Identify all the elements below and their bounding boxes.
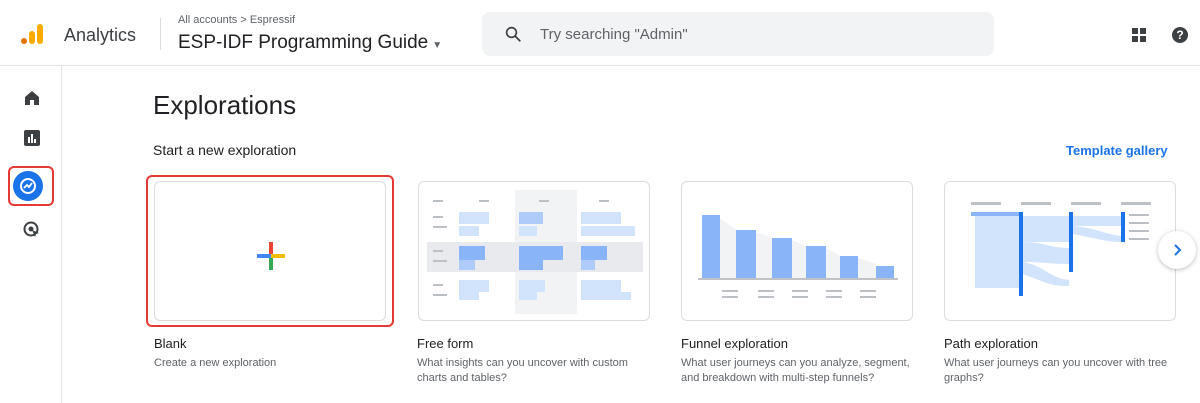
free-form-illustration (427, 190, 643, 314)
plus-icon (257, 242, 285, 270)
caret-down-icon: ▼ (432, 39, 443, 51)
header-divider (160, 18, 161, 50)
free-form-card-title: Free form (417, 336, 474, 351)
breadcrumb[interactable]: All accounts > Espressif (178, 14, 295, 26)
top-bar: Analytics All accounts > Espressif ESP-I… (0, 0, 1200, 66)
funnel-card-desc: What user journeys can you analyze, segm… (681, 357, 910, 384)
section-title: Start a new exploration (153, 142, 297, 158)
free-form-card[interactable] (418, 181, 650, 321)
left-nav-rail (0, 66, 62, 403)
chevron-right-icon (1174, 244, 1182, 256)
funnel-exploration-card[interactable] (681, 181, 913, 321)
path-card-title: Path exploration (944, 336, 1038, 351)
free-form-card-desc: What insights can you uncover with custo… (417, 357, 628, 384)
reports-icon[interactable] (18, 124, 46, 152)
template-gallery-link[interactable]: Template gallery (1066, 143, 1168, 158)
carousel-next-button[interactable] (1158, 231, 1196, 269)
property-name: ESP-IDF Programming Guide (178, 32, 429, 53)
help-icon[interactable]: ? (1172, 27, 1188, 43)
explore-icon[interactable] (13, 171, 43, 201)
search-input[interactable] (540, 25, 960, 43)
funnel-illustration (698, 215, 898, 298)
path-exploration-card[interactable] (944, 181, 1176, 321)
apps-grid-icon[interactable] (1132, 28, 1146, 42)
advertising-icon[interactable] (18, 216, 46, 244)
home-icon[interactable] (18, 84, 46, 112)
blank-card[interactable] (154, 181, 386, 321)
property-selector[interactable]: ESP-IDF Programming Guide ▼ (178, 32, 442, 54)
blank-card-title: Blank (154, 336, 187, 351)
blank-card-desc: Create a new exploration (154, 357, 277, 369)
search-icon (505, 26, 521, 42)
page-title: Explorations (153, 90, 297, 120)
path-card-desc: What user journeys can you uncover with … (944, 357, 1168, 384)
product-name: Analytics (64, 25, 137, 45)
path-illustration (971, 202, 1151, 296)
analytics-logo-icon[interactable] (21, 24, 45, 44)
funnel-card-title: Funnel exploration (681, 336, 788, 351)
search-bar[interactable] (482, 12, 994, 56)
